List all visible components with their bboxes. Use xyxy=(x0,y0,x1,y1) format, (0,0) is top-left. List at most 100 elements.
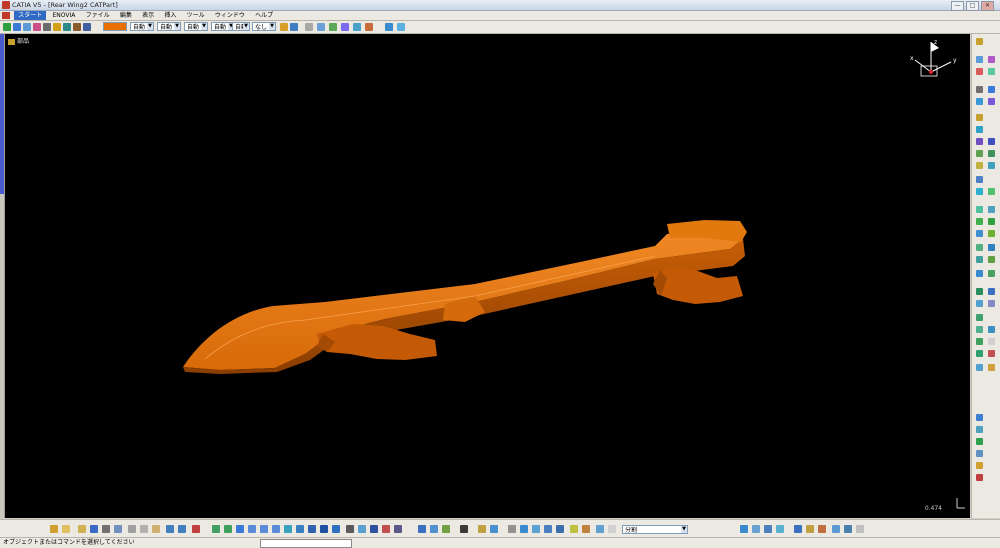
curve-icon[interactable] xyxy=(365,23,373,31)
pan-view-icon[interactable] xyxy=(236,525,244,533)
fit-all-icon[interactable] xyxy=(224,525,232,533)
part-geometry[interactable]: z y x xyxy=(5,34,970,518)
save-icon[interactable] xyxy=(90,525,98,533)
iso-view-icon[interactable] xyxy=(308,525,316,533)
analysis-icon[interactable] xyxy=(397,23,405,31)
point-icon[interactable] xyxy=(329,23,337,31)
axis-to-axis-icon[interactable] xyxy=(988,230,995,237)
menu-enovia[interactable]: ENOVIA xyxy=(48,11,79,20)
desk-icon[interactable] xyxy=(856,525,864,533)
connect-check-icon[interactable] xyxy=(976,314,983,321)
symmetry-icon[interactable] xyxy=(976,218,983,225)
knowledge-icon[interactable] xyxy=(988,288,995,295)
zoom-out-icon[interactable] xyxy=(272,525,280,533)
environment-icon[interactable] xyxy=(976,364,983,371)
geometry-set-icon[interactable] xyxy=(532,525,540,533)
scaling-icon[interactable] xyxy=(988,218,995,225)
apply-material-bottom-icon[interactable] xyxy=(442,525,450,533)
zoom-in-icon[interactable] xyxy=(260,525,268,533)
menu-insert[interactable]: 挿入 xyxy=(160,11,180,20)
plane-icon[interactable] xyxy=(353,23,361,31)
undo-icon[interactable] xyxy=(166,525,174,533)
projection-icon[interactable] xyxy=(988,68,995,75)
dimension-icon[interactable] xyxy=(976,438,983,445)
menu-start[interactable]: スタート xyxy=(14,11,47,20)
thickness-icon[interactable] xyxy=(988,138,995,145)
menu-help[interactable]: ヘルプ xyxy=(251,11,277,20)
maximize-button[interactable]: □ xyxy=(966,1,979,11)
snap-icon[interactable] xyxy=(608,525,616,533)
transparency-combo[interactable]: なし ▼ xyxy=(252,22,276,31)
measure-between-icon[interactable] xyxy=(976,300,983,307)
powercopy-icon[interactable] xyxy=(818,525,826,533)
plane-system-icon[interactable] xyxy=(764,525,772,533)
hide-show-icon[interactable] xyxy=(73,23,81,31)
menu-view[interactable]: 表示 xyxy=(138,11,158,20)
sketch-icon[interactable] xyxy=(317,23,325,31)
quick-select-icon[interactable] xyxy=(114,525,122,533)
minimize-button[interactable]: — xyxy=(951,1,964,11)
3d-viewport[interactable]: z y x 部品 0.474 xyxy=(5,34,970,518)
porcupine-icon[interactable] xyxy=(976,338,983,345)
selection-trap-icon[interactable] xyxy=(508,525,516,533)
view-mode-icon[interactable] xyxy=(460,525,468,533)
update-icon[interactable] xyxy=(478,525,486,533)
shading-icon[interactable] xyxy=(320,525,328,533)
reflect-lines-icon[interactable] xyxy=(976,350,983,357)
feature-icon[interactable] xyxy=(570,525,578,533)
translate-icon[interactable] xyxy=(976,206,983,213)
sticker-icon[interactable] xyxy=(988,364,995,371)
affinity-icon[interactable] xyxy=(976,230,983,237)
help-icon[interactable] xyxy=(192,525,200,533)
render-icon[interactable] xyxy=(370,525,378,533)
select-icon[interactable] xyxy=(305,23,313,31)
blend-icon[interactable] xyxy=(976,114,983,121)
sweep-icon[interactable] xyxy=(976,98,983,105)
catalog-icon[interactable] xyxy=(385,23,393,31)
multi-view-icon[interactable] xyxy=(296,525,304,533)
boundary-icon[interactable] xyxy=(976,176,983,183)
redo-icon[interactable] xyxy=(178,525,186,533)
rotate-icon[interactable] xyxy=(13,23,21,31)
3d-grid-icon[interactable] xyxy=(740,525,748,533)
open-icon[interactable] xyxy=(78,525,86,533)
line-type-combo[interactable]: 自動 ▼ xyxy=(130,22,154,31)
menu-tools[interactable]: ツール xyxy=(183,11,209,20)
ordered-set-icon[interactable] xyxy=(556,525,564,533)
workbench-combo[interactable]: 分割 ▼ xyxy=(622,525,688,534)
cut-icon[interactable] xyxy=(128,525,136,533)
swap-space-icon[interactable] xyxy=(83,23,91,31)
print-icon[interactable] xyxy=(102,525,110,533)
capture-icon[interactable] xyxy=(976,462,983,469)
text-icon[interactable] xyxy=(976,426,983,433)
ground-icon[interactable] xyxy=(394,525,402,533)
menu-file[interactable]: ファイル xyxy=(82,11,114,20)
paste-icon[interactable] xyxy=(152,525,160,533)
format-painter-icon[interactable] xyxy=(280,23,288,31)
fillet-icon[interactable] xyxy=(988,188,995,195)
publication-icon[interactable] xyxy=(844,525,852,533)
normal-view-bottom-icon[interactable] xyxy=(284,525,292,533)
fly-mode-icon[interactable] xyxy=(212,525,220,533)
menu-edit[interactable]: 編集 xyxy=(116,11,136,20)
join-icon[interactable] xyxy=(976,150,983,157)
local-axis-icon[interactable] xyxy=(752,525,760,533)
close-button[interactable]: ✕ xyxy=(981,1,994,11)
invert-icon[interactable] xyxy=(988,244,995,251)
sketcher-icon[interactable] xyxy=(976,38,983,45)
fill-color-swatch[interactable] xyxy=(103,22,127,31)
trim-icon[interactable] xyxy=(988,162,995,169)
draft-analysis-icon[interactable] xyxy=(976,326,983,333)
light-icon[interactable] xyxy=(988,350,995,357)
heal-icon[interactable] xyxy=(988,150,995,157)
work-on-support-icon[interactable] xyxy=(596,525,604,533)
new-icon[interactable] xyxy=(50,525,58,533)
line-weight-combo[interactable]: 自動 ▼ xyxy=(157,22,181,31)
swap-visible-icon[interactable] xyxy=(346,525,354,533)
annotation-icon[interactable] xyxy=(976,414,983,421)
deviation-icon[interactable] xyxy=(988,338,995,345)
zoom-icon[interactable] xyxy=(23,23,31,31)
extract-icon[interactable] xyxy=(976,188,983,195)
right-endplate[interactable] xyxy=(653,267,743,304)
split-icon[interactable] xyxy=(976,162,983,169)
